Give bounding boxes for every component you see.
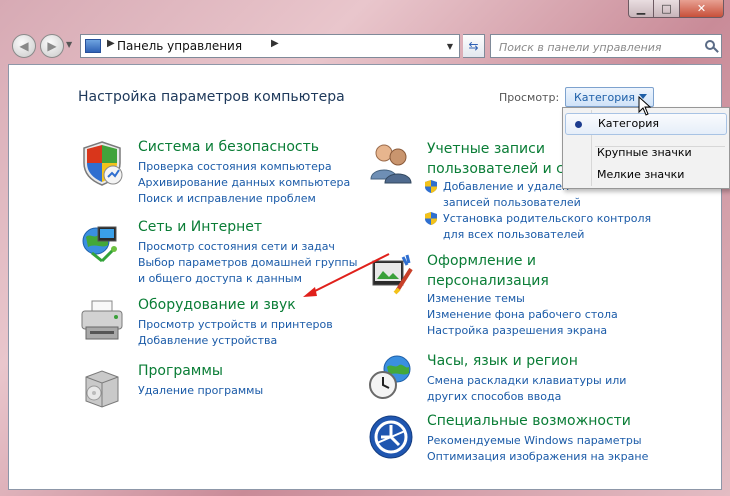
- personalization-paint-icon: [372, 254, 413, 295]
- menu-item-label: Мелкие значки: [597, 168, 685, 181]
- search-input[interactable]: [497, 38, 697, 56]
- category-title[interactable]: Оборудование и звук: [138, 297, 296, 313]
- category-title[interactable]: Система и безопасность: [138, 139, 319, 155]
- link-parental-controls-cont[interactable]: для всех пользователей: [425, 227, 651, 243]
- breadcrumb-control-panel[interactable]: Панель управления: [117, 39, 242, 53]
- control-panel-window: ▁ □ ✕ ◀ ▶ ▼ ▶ Панель управления ▶ ▼ ⇆ На…: [0, 0, 730, 496]
- link-change-keyboard-cont[interactable]: других способов ввода: [427, 389, 626, 405]
- content-pane: Настройка параметров компьютера Просмотр…: [8, 64, 730, 490]
- breadcrumb-separator-icon[interactable]: ▶: [107, 38, 115, 49]
- link-add-device[interactable]: Добавление устройства: [138, 333, 333, 349]
- control-panel-icon: [85, 39, 101, 53]
- category-title[interactable]: Программы: [138, 363, 223, 379]
- clock-globe-icon: [369, 355, 411, 399]
- menu-item-large-icons[interactable]: Крупные значки: [565, 142, 727, 164]
- link-optimize-display[interactable]: Оптимизация изображения на экране: [427, 449, 648, 465]
- category-title-line[interactable]: персонализация: [427, 271, 549, 291]
- minimize-button[interactable]: ▁: [628, 0, 654, 18]
- link-change-desktop-background[interactable]: Изменение фона рабочего стола: [427, 307, 618, 323]
- category-title[interactable]: Учетные записи пользователей и се: [427, 139, 573, 179]
- category-title-line[interactable]: Учетные записи: [427, 139, 573, 159]
- uac-shield-icon: [425, 180, 437, 193]
- menu-item-label: Крупные значки: [597, 146, 692, 159]
- link-network-status[interactable]: Просмотр состояния сети и задач: [138, 239, 357, 255]
- link-devices-printers[interactable]: Просмотр устройств и принтеров: [138, 317, 333, 333]
- view-by-label: Просмотр:: [499, 91, 560, 104]
- link-recommended-settings[interactable]: Рекомендуемые Windows параметры: [427, 433, 648, 449]
- programs-box-icon: [85, 370, 119, 408]
- network-globe-icon: [82, 226, 117, 263]
- view-by-value: Категория: [574, 91, 635, 104]
- recent-pages-dropdown-icon[interactable]: ▼: [66, 40, 72, 49]
- link-homegroup-options[interactable]: Выбор параметров домашней группы: [138, 255, 357, 271]
- mouse-cursor-icon: [638, 96, 652, 116]
- link-screen-resolution[interactable]: Настройка разрешения экрана: [427, 323, 618, 339]
- link-text[interactable]: Установка родительского контроля: [443, 212, 651, 225]
- category-title[interactable]: Оформление и персонализация: [427, 251, 549, 291]
- menu-item-category[interactable]: Категория: [565, 113, 727, 135]
- forward-arrow-icon: ▶: [47, 39, 57, 53]
- link-text[interactable]: Добавление и удален: [443, 180, 569, 193]
- close-button[interactable]: ✕: [680, 0, 724, 18]
- menu-item-small-icons[interactable]: Мелкие значки: [565, 164, 727, 186]
- category-title[interactable]: Специальные возможности: [427, 413, 631, 429]
- category-title-line[interactable]: пользователей и се: [427, 159, 573, 179]
- link-parental-controls[interactable]: Установка родительского контроля: [425, 211, 651, 227]
- link-change-keyboard[interactable]: Смена раскладки клавиатуры или: [427, 373, 626, 389]
- refresh-button[interactable]: ⇆: [463, 34, 485, 58]
- back-button[interactable]: ◀: [12, 34, 36, 58]
- radio-bullet-icon: [575, 121, 582, 128]
- address-dropdown-icon[interactable]: ▼: [447, 42, 453, 51]
- category-title[interactable]: Часы, язык и регион: [427, 353, 578, 369]
- category-title-line[interactable]: Оформление и: [427, 251, 549, 271]
- maximize-button[interactable]: □: [654, 0, 680, 18]
- navigation-bar: ◀ ▶ ▼ ▶ Панель управления ▶ ▼ ⇆: [8, 30, 722, 62]
- page-title: Настройка параметров компьютера: [78, 89, 345, 105]
- forward-button[interactable]: ▶: [40, 34, 64, 58]
- window-controls: ▁ □ ✕: [628, 0, 724, 18]
- link-change-theme[interactable]: Изменение темы: [427, 291, 618, 307]
- link-backup-computer[interactable]: Архивирование данных компьютера: [138, 175, 350, 191]
- link-uninstall-program[interactable]: Удаление программы: [138, 383, 263, 399]
- printer-hardware-icon: [81, 300, 123, 340]
- back-arrow-icon: ◀: [19, 39, 29, 53]
- breadcrumb-chevron-icon[interactable]: ▶: [271, 38, 279, 49]
- users-accounts-icon: [370, 144, 412, 184]
- refresh-icon: ⇆: [468, 39, 479, 53]
- link-find-fix-problems[interactable]: Поиск и исправление проблем: [138, 191, 350, 207]
- link-add-remove-accounts-cont[interactable]: записей пользователей: [425, 195, 651, 211]
- uac-shield-icon: [425, 212, 437, 225]
- accessibility-icon: [369, 415, 413, 459]
- search-box[interactable]: [490, 34, 722, 58]
- shield-system-icon: [83, 141, 123, 186]
- link-check-computer-status[interactable]: Проверка состояния компьютера: [138, 159, 350, 175]
- search-icon[interactable]: [705, 40, 715, 50]
- view-by-menu: Категория Крупные значки Мелкие значки: [562, 107, 730, 189]
- link-homegroup-options-cont[interactable]: и общего доступа к данным: [138, 271, 357, 287]
- category-title[interactable]: Сеть и Интернет: [138, 219, 262, 235]
- menu-item-label: Категория: [598, 117, 659, 130]
- address-bar[interactable]: ▶ Панель управления ▶ ▼: [80, 34, 460, 58]
